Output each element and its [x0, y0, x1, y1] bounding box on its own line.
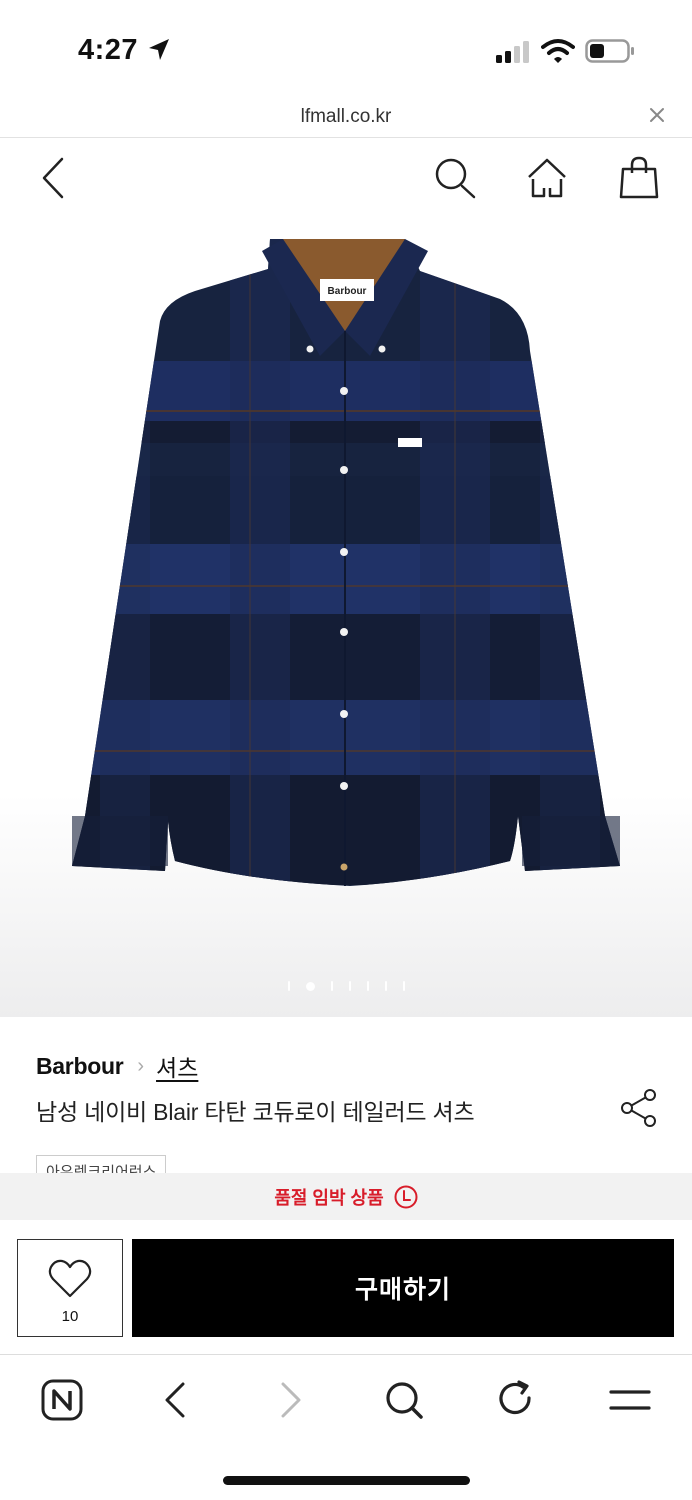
category-link[interactable]: 셔츠 — [156, 1049, 198, 1083]
carousel-dot[interactable] — [348, 981, 351, 991]
carousel-dot[interactable] — [366, 981, 369, 991]
carousel-dot[interactable] — [287, 981, 290, 991]
carousel-indicator — [0, 979, 692, 993]
refresh-icon[interactable] — [494, 1378, 538, 1422]
naver-home-icon[interactable] — [40, 1378, 84, 1422]
shopping-bag-icon[interactable] — [616, 155, 662, 201]
chevron-right-icon: › — [137, 1054, 145, 1077]
wishlist-count: 10 — [61, 1308, 79, 1325]
location-arrow-icon — [149, 39, 169, 60]
home-indicator[interactable] — [223, 1476, 470, 1485]
carousel-dot[interactable] — [384, 981, 387, 991]
product-info: Barbour › 셔츠 남성 네이비 Blair 타탄 코듀로이 테일러드 셔… — [0, 1017, 692, 1173]
close-icon[interactable] — [646, 104, 668, 126]
browser-back-icon[interactable] — [154, 1378, 198, 1422]
wishlist-button[interactable]: 10 — [17, 1239, 123, 1337]
cellular-signal-icon — [496, 41, 529, 63]
status-bar: 4:27 — [0, 0, 692, 96]
status-time: 4:27 — [78, 34, 139, 66]
home-icon[interactable] — [524, 155, 570, 201]
soldout-banner: 품절 임박 상품 — [0, 1173, 692, 1220]
soldout-text: 품절 임박 상품 — [274, 1187, 384, 1208]
search-icon[interactable] — [432, 155, 478, 201]
product-title: 남성 네이비 Blair 타탄 코듀로이 테일러드 셔츠 — [36, 1099, 475, 1125]
browser-url-bar[interactable]: lfmall.co.kr — [0, 96, 692, 138]
browser-toolbar — [0, 1356, 692, 1500]
battery-icon — [585, 39, 634, 63]
shirt-label-text: Barbour — [328, 286, 367, 297]
back-arrow-icon[interactable] — [30, 155, 76, 201]
breadcrumb: Barbour › 셔츠 — [36, 1049, 198, 1083]
brand-link[interactable]: Barbour — [36, 1053, 124, 1080]
carousel-dot[interactable] — [330, 981, 333, 991]
carousel-dot-active[interactable] — [305, 981, 315, 991]
menu-icon[interactable] — [608, 1378, 652, 1422]
heart-icon[interactable] — [47, 1258, 93, 1300]
browser-forward-icon[interactable] — [268, 1378, 312, 1422]
buy-button[interactable]: 구매하기 — [132, 1239, 674, 1337]
share-icon[interactable] — [618, 1087, 660, 1129]
carousel-dot[interactable] — [402, 981, 405, 991]
product-image-carousel[interactable]: Barbour — [0, 221, 692, 1017]
purchase-bar: 10 구매하기 — [0, 1221, 692, 1355]
clock-icon — [394, 1185, 418, 1208]
wifi-icon — [541, 39, 575, 63]
outlet-tag: 아우렛크리어런스 — [36, 1155, 167, 1173]
app-header — [0, 139, 692, 221]
product-shirt-image: Barbour — [72, 239, 620, 886]
url-text[interactable]: lfmall.co.kr — [0, 106, 692, 128]
browser-search-icon[interactable] — [382, 1378, 426, 1422]
